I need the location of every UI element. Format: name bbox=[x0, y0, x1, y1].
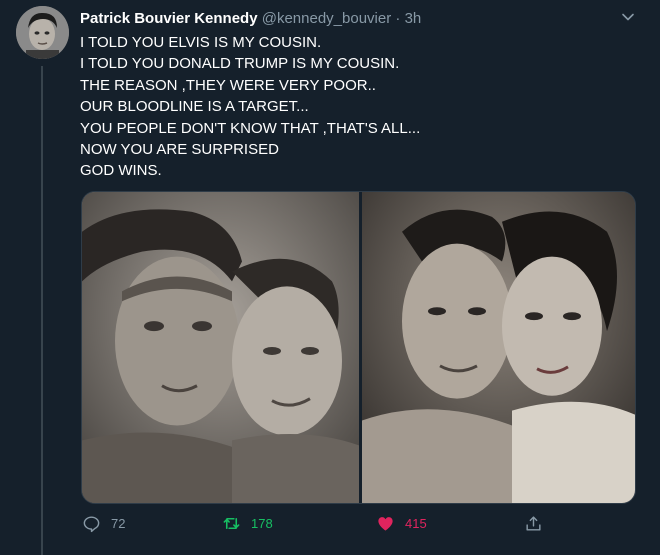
reply-button[interactable]: 72 bbox=[82, 514, 125, 533]
tweet-line: YOU PEOPLE DON'T KNOW THAT ,THAT'S ALL..… bbox=[80, 119, 421, 137]
retweet-button[interactable]: 178 bbox=[222, 514, 273, 533]
chevron-down-icon[interactable] bbox=[620, 9, 636, 25]
tweet-line: I TOLD YOU DONALD TRUMP IS MY COUSIN. bbox=[80, 55, 400, 73]
heart-icon bbox=[378, 517, 393, 531]
reply-count: 72 bbox=[111, 516, 126, 531]
user-handle[interactable]: @kennedy_bouvier bbox=[262, 10, 391, 27]
tweet-text: I TOLD YOU ELVIS IS MY COUSIN. I TOLD YO… bbox=[80, 32, 620, 182]
tweet-actions: 72 178 415 bbox=[80, 514, 640, 538]
avatar-photo bbox=[16, 6, 69, 59]
tweet-media[interactable] bbox=[81, 191, 636, 504]
retweet-icon bbox=[223, 517, 240, 530]
tweet-line: OUR BLOODLINE IS A TARGET... bbox=[80, 98, 309, 116]
display-name[interactable]: Patrick Bouvier Kennedy bbox=[80, 10, 258, 27]
tweet-line: I TOLD YOU ELVIS IS MY COUSIN. bbox=[80, 34, 322, 51]
tweet-line: THE REASON ,THEY WERE VERY POOR.. bbox=[80, 76, 376, 94]
photo-left[interactable] bbox=[82, 192, 359, 503]
thread-line bbox=[41, 66, 43, 555]
tweet-line: GOD WINS. bbox=[80, 162, 162, 180]
share-button[interactable] bbox=[524, 514, 543, 533]
tweet-line: NOW YOU ARE SURPRISED bbox=[80, 141, 279, 159]
tweet-time[interactable]: 3h bbox=[405, 10, 422, 27]
retweet-count: 178 bbox=[251, 516, 273, 531]
photo-right[interactable] bbox=[362, 192, 635, 503]
avatar[interactable] bbox=[16, 6, 69, 59]
reply-icon bbox=[83, 516, 100, 533]
like-button[interactable]: 415 bbox=[376, 514, 427, 533]
like-count: 415 bbox=[405, 516, 427, 531]
share-icon bbox=[526, 516, 541, 531]
tweet-header: Patrick Bouvier Kennedy @kennedy_bouvier… bbox=[80, 9, 640, 29]
separator-dot: · bbox=[395, 10, 401, 27]
